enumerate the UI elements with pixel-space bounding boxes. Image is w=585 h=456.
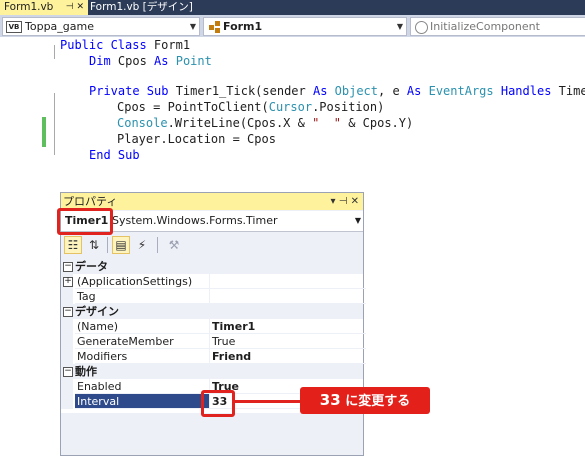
code-line-5: Cpos = PointToClient(Cursor.Position) (117, 100, 385, 114)
highlight-box-object-name (57, 208, 113, 235)
property-value[interactable]: Timer1 (209, 319, 366, 334)
change-marker (42, 117, 46, 147)
navigation-bar: VB Toppa_game ▼ Form1 ▼ InitializeCompone… (0, 16, 585, 36)
toolbar-separator (107, 237, 108, 253)
property-name: Enabled (75, 379, 209, 394)
member-dropdown[interactable]: InitializeComponent (410, 17, 585, 36)
property-name: Modifiers (75, 349, 209, 364)
property-pages-icon[interactable]: ⚒ (165, 236, 183, 254)
highlight-box-interval-value (201, 390, 235, 417)
events-icon[interactable]: ⚡ (133, 236, 151, 254)
tab-form1-design[interactable]: Form1.vb [デザイン] (86, 0, 197, 15)
class-dropdown[interactable]: Form1 ▼ (203, 17, 407, 36)
code-line-4: Private Sub Timer1_Tick(sender As Object… (89, 84, 585, 98)
project-dropdown[interactable]: VB Toppa_game ▼ (2, 17, 200, 36)
property-name: Tag (75, 289, 209, 304)
code-line-2: Dim Cpos As Point (89, 54, 212, 68)
code-editor-panel: Form1.vb ⊣ ✕ Form1.vb [デザイン] VB Toppa_gam… (0, 0, 585, 163)
chevron-down-icon[interactable]: ▼ (397, 18, 403, 35)
property-value[interactable] (209, 274, 366, 289)
outline-guide (54, 93, 55, 155)
property-name: (Name) (75, 319, 209, 334)
project-name: Toppa_game (25, 20, 94, 33)
object-type: System.Windows.Forms.Timer (112, 214, 278, 227)
pin-close-icon[interactable]: ⊣ ✕ (66, 0, 84, 15)
class-icon (209, 21, 221, 33)
property-name: Interval (75, 394, 209, 409)
tab-form1-vb[interactable]: Form1.vb ⊣ ✕ (0, 0, 88, 15)
chevron-down-icon[interactable]: ▼ (190, 18, 196, 35)
chevron-down-icon[interactable]: ▼ (355, 211, 361, 231)
callout-text: に変更する (340, 394, 411, 409)
vb-project-icon: VB (6, 21, 22, 33)
property-value[interactable]: Friend (209, 349, 366, 364)
outline-guide (54, 45, 55, 59)
property-row-modifiers[interactable]: Modifiers Friend (61, 349, 366, 364)
toolbar-separator (157, 237, 158, 253)
tab-label: Form1.vb (4, 1, 54, 13)
collapse-icon[interactable]: − (63, 262, 73, 272)
line-gutter (0, 37, 40, 163)
category-label: デザイン (75, 305, 119, 318)
category-data[interactable]: − データ (61, 259, 363, 274)
method-icon (415, 20, 428, 34)
property-row-tag[interactable]: Tag (61, 289, 366, 304)
collapse-icon[interactable]: − (63, 307, 73, 317)
alphabetical-icon[interactable]: ⇅ (85, 236, 103, 254)
category-behavior[interactable]: − 動作 (61, 364, 363, 379)
code-line-8: End Sub (89, 148, 140, 162)
property-name: (ApplicationSettings) (75, 274, 209, 289)
property-name: GenerateMember (75, 334, 209, 349)
properties-toolbar: ☷ ⇅ ▤ ⚡ ⚒ (61, 233, 363, 257)
callout-connector (233, 400, 303, 403)
callout-number: 33 (319, 391, 341, 409)
class-name: Form1 (223, 20, 263, 33)
category-design[interactable]: − デザイン (61, 304, 363, 319)
property-value[interactable] (209, 289, 366, 304)
property-row-applicationsettings[interactable]: + (ApplicationSettings) (61, 274, 366, 289)
properties-icon[interactable]: ▤ (112, 236, 130, 254)
window-buttons[interactable]: ▾ ⊣ ✕ (331, 193, 359, 210)
property-row-name[interactable]: (Name) Timer1 (61, 319, 366, 334)
code-line-6: Console.WriteLine(Cpos.X & " " & Cpos.Y) (117, 116, 414, 130)
document-tab-bar: Form1.vb ⊣ ✕ Form1.vb [デザイン] (0, 0, 585, 15)
code-text-area[interactable]: Public Class Form1 Dim Cpos As Point Pri… (0, 37, 585, 163)
category-label: 動作 (75, 365, 97, 378)
member-name: InitializeComponent (430, 20, 540, 33)
callout-label: 33 に変更する (300, 387, 430, 414)
categorized-icon[interactable]: ☷ (64, 236, 82, 254)
collapse-icon[interactable]: − (63, 367, 73, 377)
property-value[interactable]: True (209, 334, 366, 349)
tab-label: Form1.vb [デザイン] (90, 1, 193, 13)
property-row-generatemember[interactable]: GenerateMember True (61, 334, 366, 349)
expand-icon[interactable]: + (63, 277, 73, 287)
code-line-7: Player.Location = Cpos (117, 132, 276, 146)
category-label: データ (75, 260, 108, 273)
code-line-1: Public Class Form1 (60, 38, 191, 52)
